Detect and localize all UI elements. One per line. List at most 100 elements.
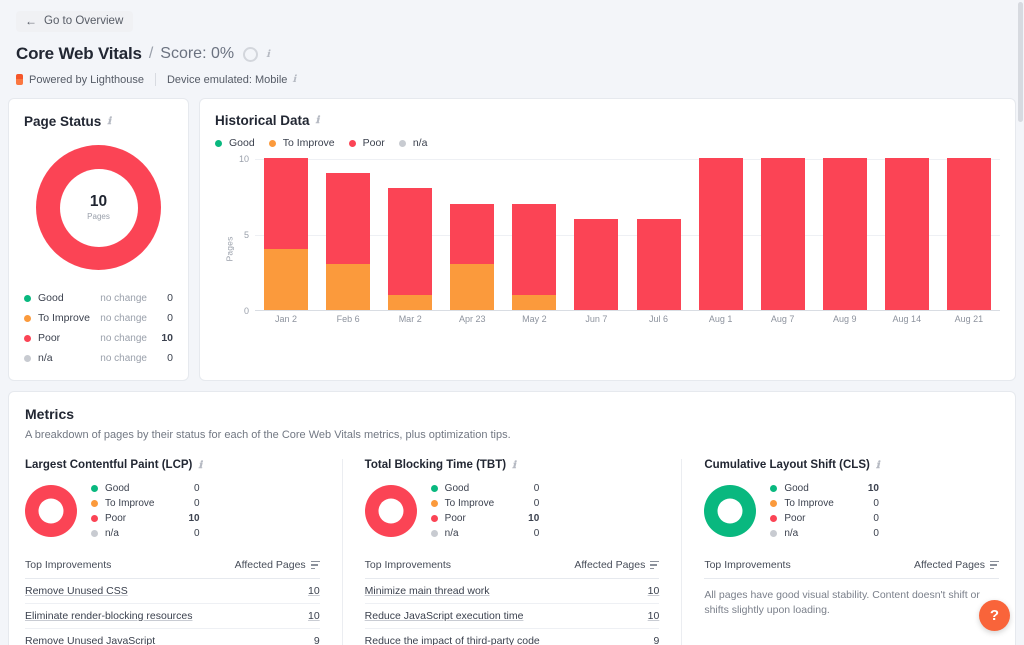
metric-note: All pages have good visual stability. Co… (704, 588, 999, 618)
metric-title-text: Largest Contentful Paint (LCP) (25, 459, 192, 471)
status-dot-icon (91, 485, 98, 492)
chart-bar[interactable] (388, 188, 432, 310)
x-axis-tick: Aug 21 (938, 314, 1000, 324)
metric-stat-label: Good (770, 481, 833, 496)
affected-pages-header[interactable]: Affected Pages (914, 559, 999, 571)
historical-legend-item[interactable]: To Improve (269, 137, 335, 149)
improvements-header-label: Top Improvements (365, 559, 451, 571)
page-title: Core Web Vitals / Score: 0% ℹ (16, 44, 1016, 64)
chart-bar-column[interactable] (317, 159, 379, 310)
metric-stat-value: 0 (834, 511, 879, 526)
improvement-affected-pages[interactable]: 10 (648, 610, 660, 622)
metric-stat-row: n/a0 (770, 526, 879, 541)
historical-legend-label: To Improve (283, 137, 335, 149)
improvement-link[interactable]: Minimize main thread work (365, 585, 490, 597)
metric-stat-row: To Improve0 (431, 496, 540, 511)
chart-bar-column[interactable] (690, 159, 752, 310)
metric-legend: Good0To Improve0Poor10n/a0 (431, 481, 540, 541)
improvement-row[interactable]: Remove Unused JavaScript 9 (25, 629, 320, 645)
chart-bar[interactable] (450, 204, 494, 310)
improvement-link[interactable]: Reduce JavaScript execution time (365, 610, 524, 622)
improvement-row[interactable]: Minimize main thread work 10 (365, 579, 660, 604)
info-icon[interactable]: ℹ (512, 460, 516, 471)
chart-bar-column[interactable] (938, 159, 1000, 310)
improvement-affected-pages[interactable]: 9 (654, 635, 660, 645)
improvement-affected-pages[interactable]: 9 (314, 635, 320, 645)
x-axis-tick: Apr 23 (441, 314, 503, 324)
chart-bar-column[interactable] (441, 159, 503, 310)
chart-bar[interactable] (264, 158, 308, 310)
improvement-affected-pages[interactable]: 10 (308, 610, 320, 622)
x-axis-tick: Aug 9 (814, 314, 876, 324)
info-icon[interactable]: ℹ (198, 460, 202, 471)
go-to-overview-button[interactable]: ← Go to Overview (16, 11, 133, 32)
device-info-icon[interactable]: ℹ (292, 74, 296, 85)
chart-bar[interactable] (574, 219, 618, 310)
chart-bar-column[interactable] (565, 159, 627, 310)
metric-legend: Good10To Improve0Poor0n/a0 (770, 481, 879, 541)
metric-stat-label: Poor (431, 511, 494, 526)
page-root: ← Go to Overview Core Web Vitals / Score… (0, 0, 1024, 645)
chart-bar[interactable] (885, 158, 929, 310)
chart-bar-column[interactable] (627, 159, 689, 310)
chart-bar[interactable] (699, 158, 743, 310)
chart-bar-column[interactable] (379, 159, 441, 310)
affected-pages-header[interactable]: Affected Pages (235, 559, 320, 571)
chart-bar[interactable] (326, 173, 370, 310)
sort-icon[interactable] (311, 561, 320, 569)
metric-column: Cumulative Layout Shift (CLS)ℹGood10To I… (704, 459, 999, 645)
metric-donut (704, 485, 756, 537)
info-icon[interactable]: ℹ (316, 115, 320, 126)
status-dot-icon (431, 500, 438, 507)
status-dot-icon (91, 500, 98, 507)
metric-stat-label: Poor (770, 511, 833, 526)
help-button[interactable]: ? (979, 600, 1010, 631)
metric-stat-row: Poor10 (91, 511, 200, 526)
improvement-row[interactable]: Reduce the impact of third-party code 9 (365, 629, 660, 645)
historical-legend-item[interactable]: Good (215, 137, 255, 149)
affected-pages-header[interactable]: Affected Pages (574, 559, 659, 571)
chart-bar-column[interactable] (503, 159, 565, 310)
improvement-row[interactable]: Eliminate render-blocking resources 10 (25, 604, 320, 629)
chart-bar[interactable] (947, 158, 991, 310)
meta-divider (155, 73, 156, 86)
info-icon[interactable]: ℹ (107, 116, 111, 127)
metric-stat-row: Good0 (431, 481, 540, 496)
metric-stat-value: 0 (834, 496, 879, 511)
chart-bar-column[interactable] (814, 159, 876, 310)
chart-bar-segment (761, 158, 805, 310)
chart-bar[interactable] (823, 158, 867, 310)
chart-bar[interactable] (761, 158, 805, 310)
chart-bar-column[interactable] (255, 159, 317, 310)
chart-bar-column[interactable] (752, 159, 814, 310)
improvements-header: Top Improvements Affected Pages (365, 559, 660, 579)
improvement-link[interactable]: Remove Unused CSS (25, 585, 128, 597)
chart-bar[interactable] (512, 204, 556, 310)
metric-summary: Good10To Improve0Poor0n/a0 (704, 481, 999, 541)
improvement-row[interactable]: Reduce JavaScript execution time 10 (365, 604, 660, 629)
info-icon[interactable]: ℹ (266, 49, 270, 60)
chart-bar-column[interactable] (876, 159, 938, 310)
improvement-link[interactable]: Remove Unused JavaScript (25, 635, 155, 645)
historical-title: Historical Data ℹ (215, 113, 1000, 128)
status-dot-icon (91, 515, 98, 522)
improvement-affected-pages[interactable]: 10 (308, 585, 320, 597)
metric-stat-label: To Improve (770, 496, 833, 511)
metric-donut (365, 485, 417, 537)
improvement-link[interactable]: Eliminate render-blocking resources (25, 610, 193, 622)
metric-stat-row: To Improve0 (91, 496, 200, 511)
improvement-row[interactable]: Remove Unused CSS 10 (25, 579, 320, 604)
historical-legend-item[interactable]: n/a (399, 137, 428, 149)
metric-stat-value: 10 (154, 511, 199, 526)
legend-dot-icon (215, 140, 222, 147)
improvement-affected-pages[interactable]: 10 (648, 585, 660, 597)
improvement-link[interactable]: Reduce the impact of third-party code (365, 635, 540, 645)
sort-icon[interactable] (650, 561, 659, 569)
info-icon[interactable]: ℹ (876, 460, 880, 471)
vertical-scrollbar[interactable] (1018, 2, 1023, 122)
chart-bar-segment (326, 173, 370, 264)
chart-bar[interactable] (637, 219, 681, 310)
metric-donut (25, 485, 77, 537)
sort-icon[interactable] (990, 561, 999, 569)
historical-legend-item[interactable]: Poor (349, 137, 385, 149)
